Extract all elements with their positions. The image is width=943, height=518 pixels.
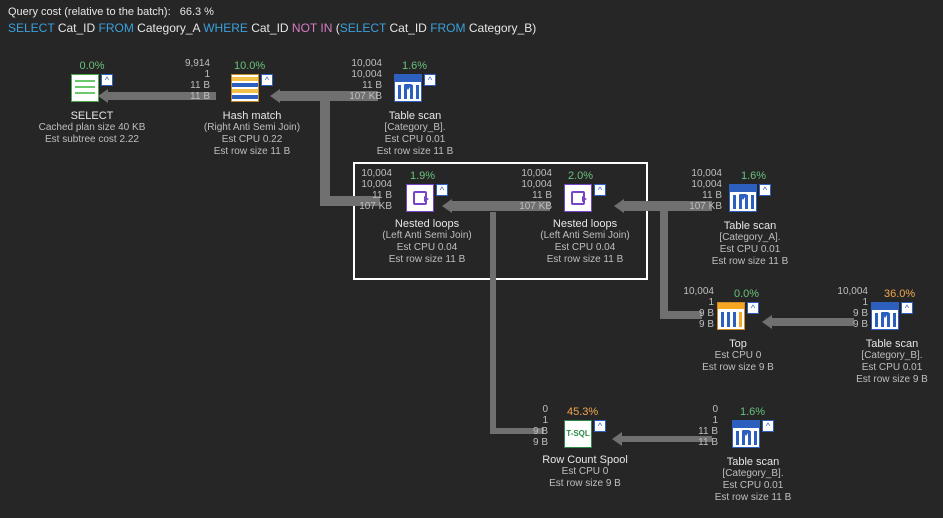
node-title: Row Count Spool [525,454,645,466]
node-subtitle: (Left Anti Semi Join) [362,230,492,242]
query-header: Query cost (relative to the batch): 66.3… [8,4,536,36]
node-metric: Est CPU 0.01 [698,480,808,492]
node-table-scan-b-top[interactable]: 1.6% ^ Table scan [Category_B]. Est CPU … [360,60,470,158]
node-subtitle: [Category_B]. [360,122,470,134]
node-cost-pct: 45.3% [567,406,645,418]
node-subtitle: [Category_A]. [695,232,805,244]
node-hash-match[interactable]: 10.0% ^ Hash match (Right Anti Semi Join… [192,60,312,158]
node-select[interactable]: 0.0% ^ SELECT Cached plan size 40 KB Est… [32,60,152,146]
node-metric: Est CPU 0 [525,466,645,478]
node-metric: Est CPU 0.01 [842,362,942,374]
node-metric: Est row size 11 B [360,146,470,158]
arrow [660,207,668,319]
node-metric: Est subtree cost 2.22 [32,134,152,146]
cost-value: 66.3 % [180,6,214,18]
node-metric: Est row size 9 B [688,362,788,374]
node-metric: Est row size 9 B [842,374,942,386]
table-scan-icon [871,302,899,330]
node-top[interactable]: 0.0% ^ Top Est CPU 0 Est row size 9 B [688,288,788,374]
node-cost-pct: 10.0% [234,60,312,72]
node-table-scan-a[interactable]: 1.6% ^ Table scan [Category_A]. Est CPU … [695,170,805,268]
nested-loops-icon [564,184,592,212]
node-nested-loops-2[interactable]: 2.0% ^ Nested loops (Left Anti Semi Join… [520,170,650,266]
node-metric: Est row size 11 B [192,146,312,158]
node-cost-pct: 1.6% [740,406,808,418]
expand-badge-icon[interactable]: ^ [901,302,913,314]
node-title: Table scan [698,456,808,468]
node-title: Hash match [192,110,312,122]
node-metric: Est CPU 0.04 [362,242,492,254]
node-cost-pct: 1.6% [741,170,805,182]
node-title: SELECT [32,110,152,122]
expand-badge-icon[interactable]: ^ [594,420,606,432]
hash-match-icon [231,74,259,102]
node-row-count-spool[interactable]: 45.3% T-SQL ^ Row Count Spool Est CPU 0 … [525,406,645,490]
node-table-scan-b-mid[interactable]: 36.0% ^ Table scan [Category_B]. Est CPU… [842,288,942,386]
node-metric: Est row size 9 B [525,478,645,490]
expand-badge-icon[interactable]: ^ [261,74,273,86]
arrow [320,96,330,206]
node-title: Table scan [695,220,805,232]
node-metric: Est CPU 0.01 [360,134,470,146]
table-scan-icon [394,74,422,102]
node-table-scan-b-bottom[interactable]: 1.6% ^ Table scan [Category_B]. Est CPU … [698,406,808,504]
cost-label: Query cost (relative to the batch): [8,6,171,18]
node-metric: Est CPU 0.04 [520,242,650,254]
node-metric: Est CPU 0.01 [695,244,805,256]
node-metric: Est row size 11 B [520,254,650,266]
top-icon [717,302,745,330]
node-metric: Est CPU 0.22 [192,134,312,146]
node-metric: Est CPU 0 [688,350,788,362]
expand-badge-icon[interactable]: ^ [747,302,759,314]
node-cost-pct: 36.0% [884,288,942,300]
node-metric: Est row size 11 B [695,256,805,268]
nested-loops-icon [406,184,434,212]
node-subtitle: (Left Anti Semi Join) [520,230,650,242]
node-metric: Cached plan size 40 KB [32,122,152,134]
table-scan-icon [729,184,757,212]
node-title: Table scan [360,110,470,122]
node-metric: Est row size 11 B [362,254,492,266]
expand-badge-icon[interactable]: ^ [762,420,774,432]
node-metric: Est row size 11 B [698,492,808,504]
node-cost-pct: 1.9% [410,170,492,182]
expand-badge-icon[interactable]: ^ [424,74,436,86]
select-icon [71,74,99,102]
node-subtitle: [Category_B]. [842,350,942,362]
node-cost-pct: 1.6% [402,60,470,72]
node-title: Top [688,338,788,350]
node-title: Nested loops [520,218,650,230]
node-nested-loops-1[interactable]: 1.9% ^ Nested loops (Left Anti Semi Join… [362,170,492,266]
expand-badge-icon[interactable]: ^ [594,184,606,196]
table-scan-icon [732,420,760,448]
node-cost-pct: 0.0% [32,60,152,72]
expand-badge-icon[interactable]: ^ [101,74,113,86]
node-title: Nested loops [362,218,492,230]
node-cost-pct: 2.0% [568,170,650,182]
execution-plan-canvas: { "header": { "cost_label": "Query cost … [0,0,943,518]
node-title: Table scan [842,338,942,350]
tsql-icon: T-SQL [564,420,592,448]
node-cost-pct: 0.0% [734,288,788,300]
expand-badge-icon[interactable]: ^ [436,184,448,196]
sql-text: SELECT Cat_ID FROM Category_A WHERE Cat_… [8,20,536,36]
node-subtitle: (Right Anti Semi Join) [192,122,312,134]
node-subtitle: [Category_B]. [698,468,808,480]
expand-badge-icon[interactable]: ^ [759,184,771,196]
